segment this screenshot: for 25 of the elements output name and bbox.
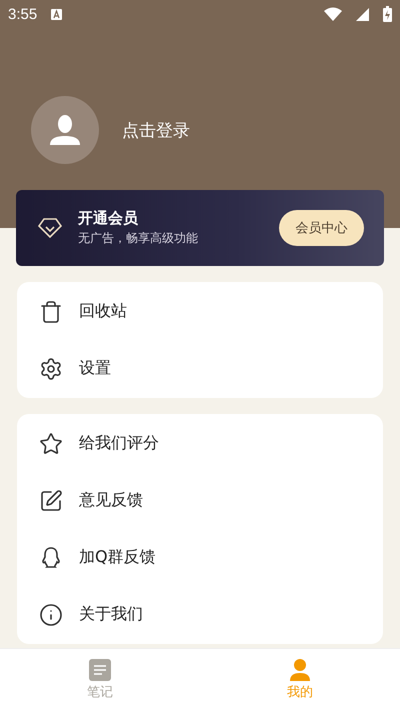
menu-item[interactable]: 回收站 (79, 301, 127, 322)
banner-title: 开通会员 (78, 209, 139, 228)
menu-item[interactable]: 关于我们 (79, 604, 143, 625)
menu-item[interactable]: 加Q群反馈 (79, 547, 156, 568)
info-icon (39, 602, 63, 626)
status-time: 3:55 (8, 6, 38, 22)
wifi-icon (324, 7, 342, 21)
banner-subtitle: 无广告，畅享高级功能 (78, 230, 199, 247)
person-icon (50, 115, 80, 145)
edit-icon (39, 488, 63, 512)
battery-icon (383, 6, 392, 22)
menu-item[interactable]: 设置 (79, 358, 111, 379)
star-icon (39, 432, 63, 456)
signal-icon (356, 8, 369, 20)
note-icon (89, 659, 111, 681)
login-link[interactable]: 点击登录 (122, 118, 190, 142)
person-icon (289, 659, 311, 681)
settings-icon (39, 356, 63, 380)
trash-icon (39, 300, 63, 324)
diamond-icon (38, 218, 62, 238)
notification-icon (51, 8, 62, 20)
vip-center-button[interactable]: 会员中心 (279, 210, 364, 246)
menu-item[interactable]: 给我们评分 (79, 433, 159, 454)
penguin-icon (39, 546, 63, 570)
menu-item[interactable]: 意见反馈 (79, 490, 143, 511)
